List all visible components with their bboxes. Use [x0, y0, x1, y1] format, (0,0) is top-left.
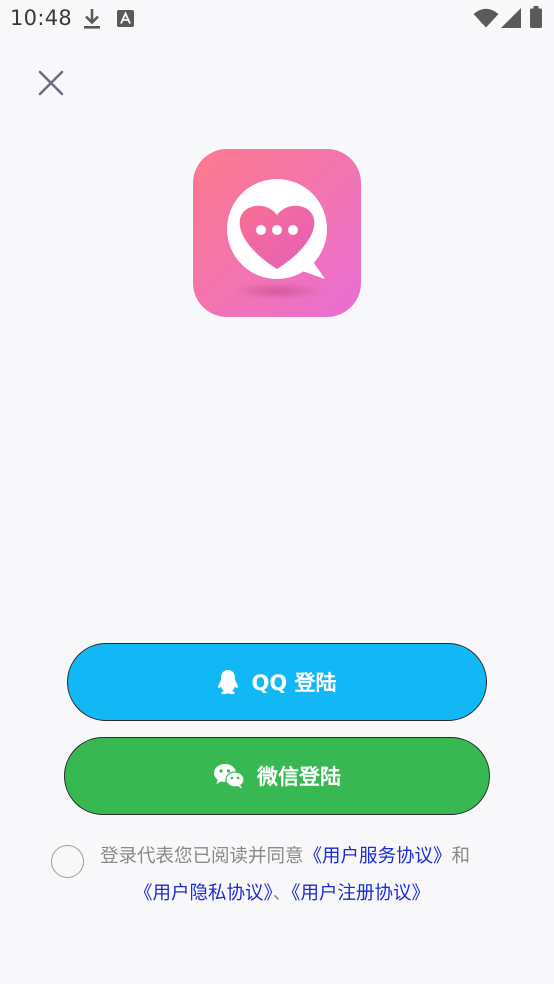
register-agreement-link[interactable]: 《用户注册协议》 [291, 883, 430, 904]
agree-checkbox[interactable] [51, 845, 84, 878]
wechat-login-button[interactable]: 微信登陆 [64, 737, 490, 815]
battery-icon [530, 6, 542, 28]
keyboard-a-icon [117, 10, 134, 27]
app-logo [193, 149, 361, 317]
agreement-separator: 、 [272, 883, 292, 904]
qq-penguin-icon [217, 669, 239, 695]
status-time: 10:48 [10, 6, 73, 30]
status-bar: 10:48 [0, 0, 554, 38]
close-icon [38, 70, 64, 96]
signal-icon [501, 8, 521, 28]
wifi-icon [473, 8, 499, 28]
service-agreement-link[interactable]: 《用户服务协议》 [304, 846, 452, 867]
wechat-icon [213, 763, 245, 789]
qq-login-label: QQ 登陆 [251, 671, 337, 695]
agreement-line-1: 登录代表您已阅读并同意《用户服务协议》和 [100, 842, 470, 868]
close-button[interactable] [32, 64, 70, 102]
wechat-login-label: 微信登陆 [257, 765, 341, 789]
privacy-agreement-link[interactable]: 《用户隐私协议》 [134, 883, 273, 904]
heart-chat-bubble-icon [193, 149, 361, 317]
agreement-line-2: 《用户隐私协议》、《用户注册协议》 [134, 879, 430, 905]
agreement-prefix: 登录代表您已阅读并同意 [100, 846, 304, 867]
qq-login-button[interactable]: QQ 登陆 [67, 643, 487, 721]
agreement-and: 和 [451, 846, 471, 867]
download-icon [84, 9, 100, 29]
